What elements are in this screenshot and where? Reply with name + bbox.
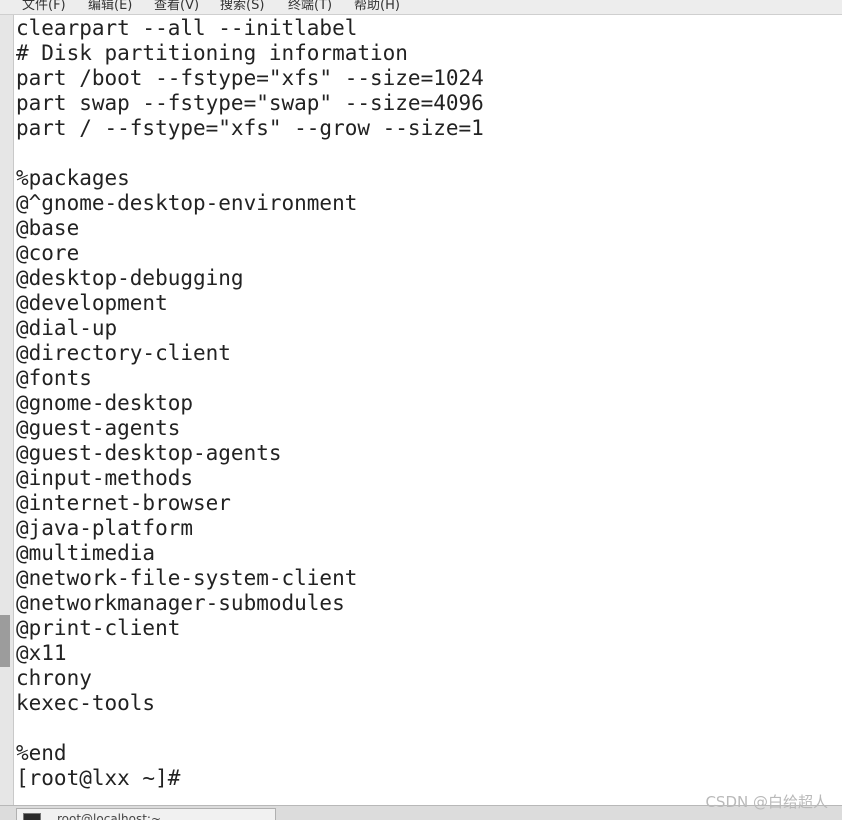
terminal-line: @input-methods	[16, 466, 194, 490]
terminal-line: @development	[16, 291, 168, 315]
terminal-line: @networkmanager-submodules	[16, 591, 345, 615]
terminal-line: @print-client	[16, 616, 181, 640]
terminal-line: @guest-desktop-agents	[16, 441, 282, 465]
terminal-line: @internet-browser	[16, 491, 231, 515]
watermark: CSDN @白给超人	[705, 793, 828, 811]
terminal-line: %packages	[16, 166, 130, 190]
menu-edit[interactable]: 编辑(E)	[88, 0, 132, 13]
terminal-line: @directory-client	[16, 341, 231, 365]
terminal-line: # Disk partitioning information	[16, 41, 408, 65]
terminal-line: @java-platform	[16, 516, 194, 540]
menu-search[interactable]: 搜索(S)	[220, 0, 264, 13]
terminal-line: @gnome-desktop	[16, 391, 194, 415]
terminal-line: @core	[16, 241, 80, 265]
terminal-line: @^gnome-desktop-environment	[16, 191, 358, 215]
terminal-line: @guest-agents	[16, 416, 181, 440]
terminal-line: @x11	[16, 641, 67, 665]
terminal-window: 文件(F) 编辑(E) 查看(V) 搜索(S) 终端(T) 帮助(H) clea…	[0, 0, 842, 820]
terminal-output[interactable]: clearpart --all --initlabel # Disk parti…	[14, 15, 842, 805]
menu-bar: 文件(F) 编辑(E) 查看(V) 搜索(S) 终端(T) 帮助(H)	[0, 0, 842, 15]
scroll-marker[interactable]	[0, 615, 10, 667]
terminal-line: @multimedia	[16, 541, 156, 565]
menu-file[interactable]: 文件(F)	[22, 0, 66, 13]
terminal-line: @fonts	[16, 366, 92, 390]
menu-view[interactable]: 查看(V)	[154, 0, 199, 13]
terminal-line: @network-file-system-client	[16, 566, 358, 590]
menu-terminal[interactable]: 终端(T)	[288, 0, 332, 13]
shell-prompt: [root@lxx ~]#	[16, 766, 181, 790]
left-gutter	[0, 15, 14, 805]
menu-help[interactable]: 帮助(H)	[354, 0, 400, 13]
taskbar-tab-label: root@localhost:~	[57, 812, 162, 820]
taskbar-terminal-tab[interactable]: root@localhost:~	[16, 808, 276, 820]
terminal-line: @base	[16, 216, 80, 240]
terminal-line: chrony	[16, 666, 92, 690]
terminal-line: %end	[16, 741, 67, 765]
terminal-line: @desktop-debugging	[16, 266, 244, 290]
terminal-line: part swap --fstype="swap" --size=4096	[16, 91, 484, 115]
terminal-line: part / --fstype="xfs" --grow --size=1	[16, 116, 484, 140]
terminal-line: kexec-tools	[16, 691, 156, 715]
terminal-line: @dial-up	[16, 316, 118, 340]
terminal-line: part /boot --fstype="xfs" --size=1024	[16, 66, 484, 90]
terminal-line: clearpart --all --initlabel	[16, 16, 358, 40]
terminal-icon	[23, 813, 41, 820]
